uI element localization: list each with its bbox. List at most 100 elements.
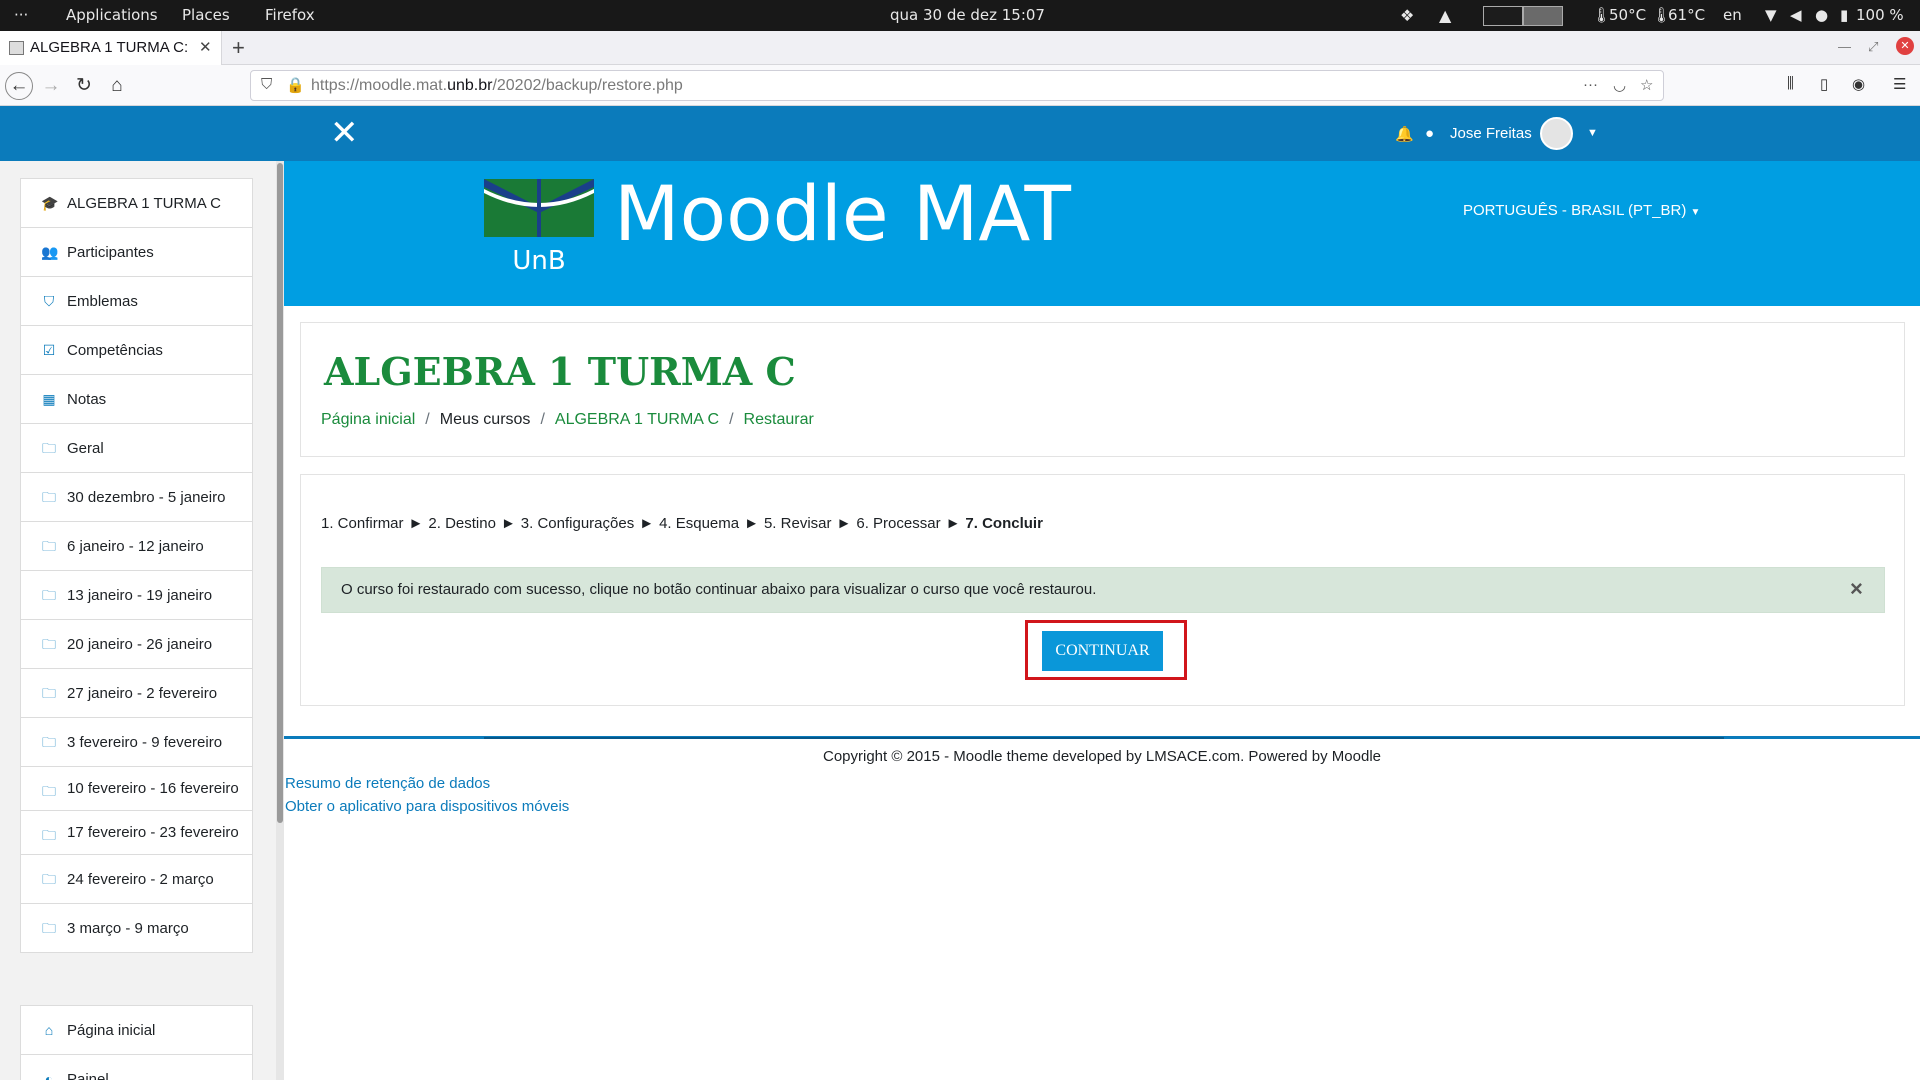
drawer-course-item-label: 3 março - 9 março (67, 920, 189, 937)
reload-icon[interactable]: ↻ (71, 73, 97, 99)
new-tab-plus-icon[interactable]: + (232, 35, 245, 61)
drawer-course-item[interactable]: 🗀 13 janeiro - 19 janeiro (21, 571, 252, 620)
drawer-course-item-label: 24 fevereiro - 2 março (67, 871, 214, 888)
back-arrow-icon[interactable]: ← (5, 72, 33, 100)
browser-tab[interactable]: ALGEBRA 1 TURMA C: R ✕ (0, 31, 222, 65)
breadcrumb-restore[interactable]: Restaurar (744, 411, 814, 428)
close-alert-icon[interactable]: × (1850, 576, 1863, 602)
battery-level[interactable]: 100 % (1856, 0, 1904, 31)
site-name[interactable]: Moodle MAT (614, 169, 1071, 258)
dashboard-icon: ◐ (44, 1071, 54, 1080)
url-text[interactable]: https://moodle.mat.unb.br/20202/backup/r… (311, 77, 683, 95)
drawer-site-item[interactable]: ⌂ Página inicial (21, 1006, 252, 1055)
hamburger-menu-icon[interactable]: ☰ (1893, 75, 1906, 93)
close-tab-icon[interactable]: ✕ (199, 38, 212, 56)
drawer-course-item[interactable]: ☑ Competências (21, 326, 252, 375)
language-menu[interactable]: PORTUGUÊS - BRASIL (PT_BR) ▼ (1463, 202, 1700, 219)
wifi-icon[interactable]: ▼ (1765, 0, 1777, 31)
notifications-bell-icon[interactable]: 🔔 (1395, 125, 1414, 143)
workspace-1[interactable] (1483, 6, 1523, 26)
drawer-site-item-label: Painel (67, 1071, 109, 1080)
close-drawer-icon[interactable]: ✕ (330, 114, 359, 152)
step-arrow-icon: ► (500, 515, 516, 532)
restore-progress-steps: 1. Confirmar ► 2. Destino ► 3. Configurações… (321, 515, 1043, 532)
drawer-scrollbar[interactable] (276, 161, 284, 1080)
restore-step: 2. Destino (428, 515, 496, 532)
battery-icon[interactable]: ▮ (1840, 0, 1848, 31)
microphone-icon[interactable]: ● (1815, 0, 1828, 31)
avatar[interactable] (1540, 117, 1573, 150)
drawer-course-item[interactable]: 🗀 30 dezembro - 5 janeiro (21, 473, 252, 522)
clock[interactable]: qua 30 de dez 15:07 (890, 0, 1045, 31)
drawer-course-item[interactable]: 🗀 6 janeiro - 12 janeiro (21, 522, 252, 571)
user-name[interactable]: Jose Freitas (1450, 125, 1532, 142)
page-title: ALGEBRA 1 TURMA C (324, 349, 796, 394)
step-arrow-icon: ► (836, 515, 852, 532)
breadcrumb-separator: / (540, 411, 545, 428)
step-arrow-icon: ► (408, 515, 424, 532)
close-window-icon[interactable]: ✕ (1896, 37, 1914, 55)
maximize-window-icon[interactable]: ⤢ (1868, 39, 1878, 55)
breadcrumb-my-courses: Meus cursos (439, 411, 531, 428)
user-menu-caret-icon[interactable]: ▼ (1587, 127, 1598, 139)
minimize-window-icon[interactable]: — (1838, 39, 1851, 54)
tab-bar: ALGEBRA 1 TURMA C: R ✕ + — ⤢ ✕ (0, 31, 1920, 65)
library-icon[interactable]: ⫼ (1787, 75, 1794, 92)
page-header: ALGEBRA 1 TURMA C Página inicial / Meus cu… (300, 322, 1905, 457)
drawer-course-item[interactable]: 🗀 27 janeiro - 2 fevereiro (21, 669, 252, 718)
footer-divider-accent (484, 737, 1724, 739)
account-icon[interactable]: ◉ (1852, 75, 1865, 93)
drawer-course-item[interactable]: 🎓 ALGEBRA 1 TURMA C (21, 179, 252, 228)
system-top-bar: ··· Applications Places Firefox qua 30 d… (0, 0, 1920, 31)
data-retention-link[interactable]: Resumo de retenção de dados (285, 775, 490, 792)
forward-arrow-icon[interactable]: → (38, 73, 64, 99)
mobile-app-link[interactable]: Obter o aplicativo para dispositivos móv… (285, 798, 569, 815)
tab-title: ALGEBRA 1 TURMA C: R (30, 39, 190, 56)
success-alert: O curso foi restaurado com sucesso, cliq… (321, 567, 1885, 613)
activities-button[interactable]: ··· (14, 0, 28, 31)
restore-step: 4. Esquema (659, 515, 740, 532)
drawer-site-item[interactable]: ◐ Painel (21, 1055, 252, 1080)
lock-icon[interactable]: 🔒 (286, 76, 305, 94)
workspace-2[interactable] (1523, 6, 1563, 26)
tracking-shield-icon[interactable]: ⛉ (261, 76, 272, 93)
applications-menu[interactable]: Applications (66, 0, 158, 31)
drawer-course-item[interactable]: 👥 Participantes (21, 228, 252, 277)
drawer-course-item[interactable]: 🗀 10 fevereiro - 16 fevereiro (21, 767, 252, 811)
active-app-name[interactable]: Firefox (265, 0, 315, 31)
home-icon[interactable]: ⌂ (104, 73, 130, 99)
drawer-course-item[interactable]: 🗀 3 março - 9 março (21, 904, 252, 952)
step-arrow-icon: ► (639, 515, 655, 532)
drawer-site-item-label: Página inicial (67, 1022, 156, 1039)
keyboard-layout[interactable]: en (1723, 0, 1742, 31)
drawer-course-item[interactable]: 🗀 24 fevereiro - 2 março (21, 855, 252, 904)
breadcrumb-course[interactable]: ALGEBRA 1 TURMA C (555, 411, 719, 428)
folder-icon: 🗀 (42, 783, 56, 799)
bookmark-star-icon[interactable]: ☆ (1640, 76, 1653, 94)
checkbox-icon: ☑ (42, 342, 56, 358)
sidebar-icon[interactable]: ▯ (1820, 75, 1828, 93)
drawer-course-item[interactable]: 🗀 20 janeiro - 26 janeiro (21, 620, 252, 669)
drawer-course-item-label: 13 janeiro - 19 janeiro (67, 587, 213, 604)
folder-icon: 🗀 (42, 827, 56, 843)
folder-icon: 🗀 (42, 685, 56, 701)
breadcrumb-home[interactable]: Página inicial (321, 411, 415, 428)
drawer-course-item[interactable]: ▦ Notas (21, 375, 252, 424)
volume-icon[interactable]: ◀ (1790, 0, 1802, 31)
messages-icon[interactable]: ● (1425, 125, 1434, 142)
continue-button[interactable]: CONTINUAR (1042, 631, 1163, 671)
dropbox-icon[interactable]: ❖ (1400, 0, 1414, 31)
drawer-course-item[interactable]: 🗀 17 fevereiro - 23 fevereiro (21, 811, 252, 855)
page-actions-icon[interactable]: ··· (1583, 76, 1598, 93)
shield-icon: ⛉ (43, 293, 55, 309)
drawer-course-item[interactable]: ⛉ Emblemas (21, 277, 252, 326)
footer-copyright: Copyright © 2015 - Moodle theme develope… (822, 748, 1381, 765)
image-viewer-icon[interactable]: ▲ (1439, 0, 1451, 31)
address-bar[interactable]: ⛉ 🔒 https://moodle.mat.unb.br/20202/back… (250, 70, 1664, 101)
drawer-scrollbar-thumb[interactable] (277, 163, 283, 823)
drawer-course-item-label: 10 fevereiro - 16 fevereiro (67, 780, 239, 797)
drawer-course-item[interactable]: 🗀 Geral (21, 424, 252, 473)
pocket-icon[interactable]: ◡ (1613, 76, 1626, 94)
unb-logo[interactable]: UnB (484, 179, 594, 279)
places-menu[interactable]: Places (182, 0, 230, 31)
